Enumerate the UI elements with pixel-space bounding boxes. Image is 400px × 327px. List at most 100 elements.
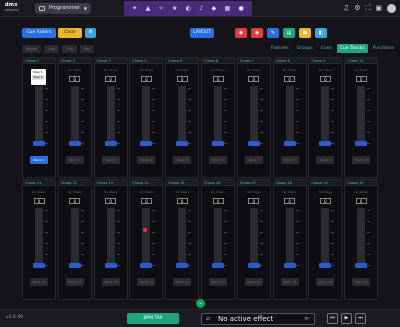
stack-go-button[interactable]: Stack 9 bbox=[316, 156, 335, 164]
fullscreen-icon[interactable]: ⛶ bbox=[365, 2, 370, 14]
fader-handle[interactable] bbox=[176, 263, 189, 268]
fader-track[interactable] bbox=[247, 208, 260, 268]
settings-icon[interactable]: ⚙ bbox=[354, 2, 360, 14]
cue-stack-title[interactable]: Chase 6 bbox=[202, 58, 234, 64]
stack-go-button[interactable]: Stack 8 bbox=[280, 156, 299, 164]
clear-button[interactable]: Clear bbox=[58, 28, 82, 38]
fader-track[interactable] bbox=[283, 86, 296, 146]
tab-groups[interactable]: Groups bbox=[294, 44, 316, 53]
fader-value[interactable]: 0 bbox=[284, 76, 296, 82]
fader-track[interactable] bbox=[140, 208, 153, 268]
fader-handle[interactable] bbox=[212, 141, 224, 146]
loop-icon[interactable]: ∞ bbox=[304, 314, 309, 324]
fader-value[interactable]: 0 bbox=[176, 76, 188, 82]
fader-value[interactable]: 0 bbox=[248, 76, 260, 82]
fader-handle[interactable] bbox=[283, 263, 296, 268]
gear-button[interactable]: ⚙ bbox=[85, 28, 96, 38]
green-action-button[interactable]: ▤ bbox=[283, 28, 295, 38]
stack-go-button[interactable]: Stack 16 bbox=[209, 278, 227, 286]
fader-value[interactable]: 0 bbox=[105, 198, 117, 204]
stack-go-button[interactable]: Stack 4 bbox=[137, 156, 156, 164]
red-circle-button[interactable]: ◉ bbox=[235, 28, 247, 38]
fader-track[interactable] bbox=[140, 86, 153, 146]
cue-action-modes[interactable]: Modes bbox=[22, 45, 42, 53]
fader-track[interactable] bbox=[319, 208, 332, 268]
cue-action-edit[interactable]: Edit bbox=[62, 45, 77, 53]
fader-track[interactable] bbox=[33, 208, 45, 268]
fader-track[interactable] bbox=[176, 86, 189, 146]
tab-cue-stacks[interactable]: Cue Stacks bbox=[336, 44, 368, 53]
grid-icon[interactable]: ▦ bbox=[224, 5, 230, 12]
fader-value[interactable]: 0 bbox=[284, 198, 296, 204]
fader-value[interactable]: 0 bbox=[355, 198, 367, 204]
fader-track[interactable] bbox=[319, 86, 332, 146]
cue-stack-title[interactable]: Chase 14 bbox=[130, 180, 163, 186]
fader-handle[interactable] bbox=[212, 263, 224, 268]
stack-go-button[interactable]: Stack 15 bbox=[173, 278, 192, 286]
fader-handle[interactable] bbox=[33, 141, 45, 146]
fader-handle[interactable] bbox=[104, 263, 117, 268]
cue-action-del[interactable]: Del bbox=[79, 45, 94, 53]
cue-stack-title[interactable]: Chase 17 bbox=[237, 180, 270, 186]
cue-stack-title[interactable]: Chase 15 bbox=[166, 180, 199, 186]
cue-stack-title[interactable]: Chase 18 bbox=[273, 180, 306, 186]
fader-handle[interactable] bbox=[140, 141, 153, 146]
tab-fixtures[interactable]: Fixtures bbox=[268, 44, 292, 53]
play-button[interactable]: ▶ bbox=[341, 313, 352, 324]
stack-go-button[interactable]: Stack 5 bbox=[173, 156, 192, 164]
fader-value[interactable]: 0 bbox=[69, 76, 81, 82]
fader-track[interactable] bbox=[355, 86, 368, 146]
stack-go-button[interactable]: Stack 20 bbox=[352, 278, 371, 286]
stack-go-button[interactable]: Stack 19 bbox=[316, 278, 335, 286]
cue-stack-title[interactable]: Chase 11 bbox=[23, 180, 55, 186]
cue-stack-title[interactable]: Chase 5 bbox=[166, 58, 199, 64]
cue-stack-title[interactable]: Chase 20 bbox=[345, 180, 378, 186]
fader-handle[interactable] bbox=[33, 263, 45, 268]
fader-track[interactable] bbox=[355, 208, 368, 268]
bulb-icon[interactable]: ✦ bbox=[132, 5, 137, 12]
cue-stack-title[interactable]: Chase 9 bbox=[309, 58, 342, 64]
fader-value[interactable]: 0 bbox=[33, 198, 45, 204]
fader-handle[interactable] bbox=[319, 263, 332, 268]
fader-handle[interactable] bbox=[104, 141, 117, 146]
fader-track[interactable] bbox=[104, 86, 117, 146]
cue-stack-title[interactable]: Chase 8 bbox=[273, 58, 306, 64]
fader-track[interactable] bbox=[104, 208, 117, 268]
cue-stack-title[interactable]: Chase 16 bbox=[202, 180, 234, 186]
stack-go-button[interactable]: Stack 6 bbox=[209, 156, 227, 164]
wand-icon[interactable]: ✧ bbox=[159, 5, 164, 12]
fader-value[interactable]: 0 bbox=[140, 76, 152, 82]
cone-icon[interactable]: ▲ bbox=[146, 5, 151, 12]
cue-stack-title[interactable]: Chase 2 bbox=[58, 58, 91, 64]
fader-handle[interactable] bbox=[247, 263, 260, 268]
fader-track[interactable] bbox=[283, 208, 296, 268]
stack-go-button[interactable]: Stack 1 bbox=[30, 156, 48, 164]
cue-stack-title[interactable]: Chase 12 bbox=[58, 180, 91, 186]
tab-functions[interactable]: Functions bbox=[370, 44, 398, 53]
stack-go-button[interactable]: Stack 2 bbox=[65, 156, 84, 164]
fader-handle[interactable] bbox=[68, 263, 81, 268]
red-stop-button[interactable]: ◉ bbox=[251, 28, 263, 38]
fader-handle[interactable] bbox=[176, 141, 189, 146]
fader-value[interactable]: 0 bbox=[176, 198, 188, 204]
layout-button[interactable]: LAYOUT bbox=[190, 28, 214, 38]
fader-track[interactable] bbox=[33, 86, 45, 146]
mode-select[interactable]: Programmer ▼ bbox=[35, 3, 91, 14]
fader-track[interactable] bbox=[212, 208, 224, 268]
fader-handle[interactable] bbox=[247, 141, 260, 146]
fader-value[interactable]: 0 bbox=[105, 76, 117, 82]
folder-icon[interactable]: ▣ bbox=[375, 2, 382, 14]
palette-icon[interactable]: ◐ bbox=[186, 5, 191, 12]
fader-track[interactable] bbox=[68, 208, 81, 268]
fader-value[interactable]: 0 bbox=[212, 76, 224, 82]
stack-go-button[interactable]: Stack 17 bbox=[244, 278, 263, 286]
cue-stack-title[interactable]: Chase 1 bbox=[23, 58, 55, 64]
fader-track[interactable] bbox=[212, 86, 224, 146]
cue-stack-title[interactable]: Chase 10 bbox=[345, 58, 378, 64]
stack-go-button[interactable]: Stack 7 bbox=[244, 156, 263, 164]
previous-button[interactable]: ⏮ bbox=[327, 313, 338, 324]
music-icon[interactable]: ♫ bbox=[343, 2, 349, 14]
fader-value[interactable]: 0 bbox=[355, 76, 367, 82]
fader-handle[interactable] bbox=[355, 263, 368, 268]
next-button[interactable]: ⏭ bbox=[355, 313, 366, 324]
